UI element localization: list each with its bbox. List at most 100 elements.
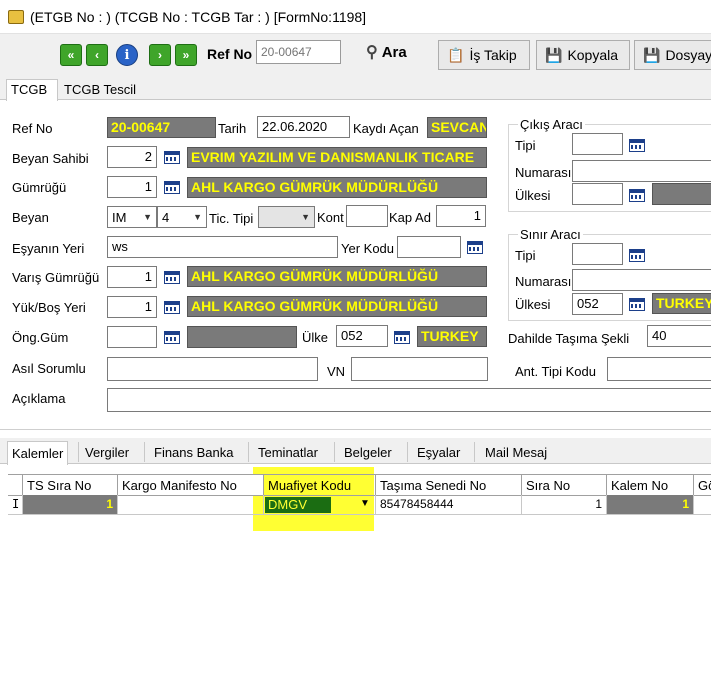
sinir-tipi-label: Tipi xyxy=(515,248,536,263)
col-tasima-senedi-no[interactable]: Taşıma Senedi No xyxy=(376,475,522,496)
ref-no-value: 20-00647 xyxy=(107,117,216,138)
tab-teminatlar[interactable]: Teminatlar xyxy=(258,445,318,460)
sinir-numarasi-label: Numarası xyxy=(515,274,572,289)
tab-tcgb[interactable]: TCGB xyxy=(6,79,58,101)
tab-vergiler[interactable]: Vergiler xyxy=(85,445,129,460)
tab-divider xyxy=(78,442,79,462)
search-button[interactable]: ⚲ Ara xyxy=(366,42,407,62)
ulke-code[interactable]: 052 xyxy=(336,325,388,347)
table-row[interactable]: I 1 DMGV ▼ 85478458444 1 1 xyxy=(8,495,711,515)
lookup-icon[interactable] xyxy=(629,189,645,202)
detail-tab-strip: Kalemler Vergiler Finans Banka Teminatla… xyxy=(0,438,711,465)
info-button[interactable]: i xyxy=(116,44,138,66)
tab-belgeler[interactable]: Belgeler xyxy=(344,445,392,460)
cell-sira-no[interactable]: 1 xyxy=(522,495,607,515)
sinir-tipi-field[interactable] xyxy=(572,243,623,265)
tab-divider xyxy=(144,442,145,462)
cell-kalem-no[interactable]: 1 xyxy=(607,495,694,515)
aciklama-field[interactable] xyxy=(107,388,711,412)
gumrugu-code[interactable]: 1 xyxy=(107,176,157,198)
asil-sorumlu-field[interactable] xyxy=(107,357,318,381)
lookup-icon[interactable] xyxy=(467,241,483,254)
ulke-name: TURKEY xyxy=(417,326,487,347)
cikis-numarasi-field[interactable] xyxy=(572,160,711,182)
tab-kalemler[interactable]: Kalemler xyxy=(7,441,69,465)
yer-kodu-field[interactable] xyxy=(397,236,461,258)
cell-go[interactable] xyxy=(694,495,711,515)
tab-tcgb-tescil[interactable]: TCGB Tescil xyxy=(64,82,136,97)
tic-tipi-select[interactable]: ▼ xyxy=(258,206,315,228)
vn-field[interactable] xyxy=(351,357,488,381)
sinir-ulkesi-code[interactable]: 052 xyxy=(572,293,623,315)
col-ts-sira-no[interactable]: TS Sıra No xyxy=(23,475,118,496)
beyan-sahibi-code[interactable]: 2 xyxy=(107,146,157,168)
tab-divider xyxy=(248,442,249,462)
app-icon xyxy=(8,10,24,24)
save-disk-icon: 💾 xyxy=(643,46,661,63)
sinir-numarasi-field[interactable] xyxy=(572,269,711,291)
ulke-label: Ülke xyxy=(302,330,329,345)
tab-mail-mesaj[interactable]: Mail Mesaj xyxy=(485,445,547,460)
is-takip-button[interactable]: 📋 İş Takip xyxy=(438,40,530,70)
beyan-type-select[interactable]: IM ▼ xyxy=(107,206,157,228)
tab-esyalar[interactable]: Eşyalar xyxy=(417,445,460,460)
dahilde-tasima-field[interactable]: 40 xyxy=(647,325,711,347)
beyan-no-select[interactable]: 4 ▼ xyxy=(157,206,207,228)
lookup-icon[interactable] xyxy=(164,271,180,284)
cell-muafiyet-kodu[interactable]: DMGV ▼ xyxy=(264,495,376,515)
col-sira-no[interactable]: Sıra No xyxy=(522,475,607,496)
kap-ad-label: Kap Ad xyxy=(389,210,431,225)
yuk-bos-yeri-code[interactable]: 1 xyxy=(107,296,157,318)
lookup-icon[interactable] xyxy=(164,181,180,194)
file-button[interactable]: 💾Dosyaye xyxy=(634,40,711,70)
first-record-button[interactable]: « xyxy=(60,44,82,66)
lookup-icon[interactable] xyxy=(629,139,645,152)
previous-record-button[interactable]: ‹ xyxy=(86,44,108,66)
tab-divider xyxy=(474,442,475,462)
main-tab-strip: TCGB TCGB Tescil xyxy=(0,76,711,101)
kaydi-acan-label: Kaydı Açan xyxy=(353,121,419,136)
varis-gumrugu-code[interactable]: 1 xyxy=(107,266,157,288)
tarih-field[interactable]: 22.06.2020 xyxy=(257,116,350,138)
ong-gum-code[interactable] xyxy=(107,326,157,348)
ant-tipi-label: Ant. Tipi Kodu xyxy=(515,364,596,379)
tarih-label: Tarih xyxy=(218,121,247,136)
kont-label: Kont xyxy=(317,210,344,225)
cikis-tipi-label: Tipi xyxy=(515,138,536,153)
col-go[interactable]: Gö xyxy=(694,475,711,496)
lookup-icon[interactable] xyxy=(629,249,645,262)
lookup-icon[interactable] xyxy=(629,298,645,311)
cikis-ulkesi-name xyxy=(652,183,711,205)
esyanin-yeri-field[interactable]: ws xyxy=(107,236,338,258)
ref-no-search-input[interactable] xyxy=(256,40,341,64)
last-record-button[interactable]: » xyxy=(175,44,197,66)
kont-field[interactable] xyxy=(346,205,388,227)
cikis-ulkesi-field[interactable] xyxy=(572,183,623,205)
tab-finans-banka[interactable]: Finans Banka xyxy=(154,445,234,460)
divider xyxy=(0,429,711,430)
chevron-down-icon: ▼ xyxy=(193,212,202,222)
copy-button[interactable]: 💾 Kopyala xyxy=(536,40,630,70)
col-kargo-manifesto-no[interactable]: Kargo Manifesto No xyxy=(118,475,264,496)
beyan-sahibi-name: EVRIM YAZILIM VE DANISMANLIK TICARE xyxy=(187,147,487,168)
esyanin-yeri-label: Eşyanın Yeri xyxy=(12,241,85,256)
cell-tasima-senedi-no[interactable]: 85478458444 xyxy=(376,495,522,515)
row-indicator-header xyxy=(8,475,23,496)
lookup-icon[interactable] xyxy=(164,151,180,164)
lookup-icon[interactable] xyxy=(164,331,180,344)
next-record-button[interactable]: › xyxy=(149,44,171,66)
chevron-down-icon[interactable]: ▼ xyxy=(360,498,370,509)
cikis-tipi-field[interactable] xyxy=(572,133,623,155)
toolbar: « ‹ i › » Ref No ⚲ Ara 📋İş Takip 💾Kopyal… xyxy=(0,34,711,76)
col-kalem-no[interactable]: Kalem No xyxy=(607,475,694,496)
col-muafiyet-kodu[interactable]: Muafiyet Kodu xyxy=(264,475,376,496)
lookup-icon[interactable] xyxy=(394,331,410,344)
lookup-icon[interactable] xyxy=(164,301,180,314)
cikis-araci-legend: Çıkış Aracı xyxy=(518,117,585,132)
cell-kargo-manifesto-no[interactable] xyxy=(118,495,264,515)
clipboard-icon: 📋 xyxy=(447,46,465,63)
cell-ts-sira-no[interactable]: 1 xyxy=(23,495,118,515)
sinir-ulkesi-label: Ülkesi xyxy=(515,297,551,312)
kap-ad-field[interactable]: 1 xyxy=(436,205,486,227)
ant-tipi-field[interactable] xyxy=(607,357,711,381)
